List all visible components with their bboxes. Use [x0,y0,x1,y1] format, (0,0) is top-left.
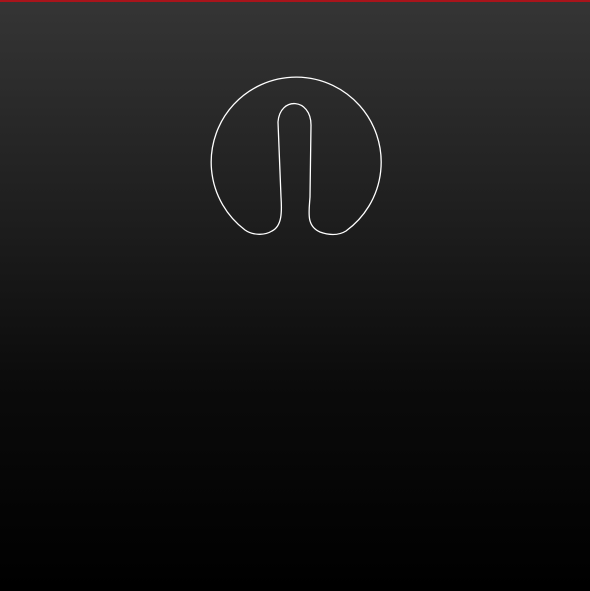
logo-outline-path [210,76,382,236]
top-accent-bar [0,0,590,2]
power-standby-icon [205,64,385,240]
logo-outline [210,76,382,236]
app-screen: { "colors": { "accent_bar": "#a8141b", "… [0,0,590,591]
